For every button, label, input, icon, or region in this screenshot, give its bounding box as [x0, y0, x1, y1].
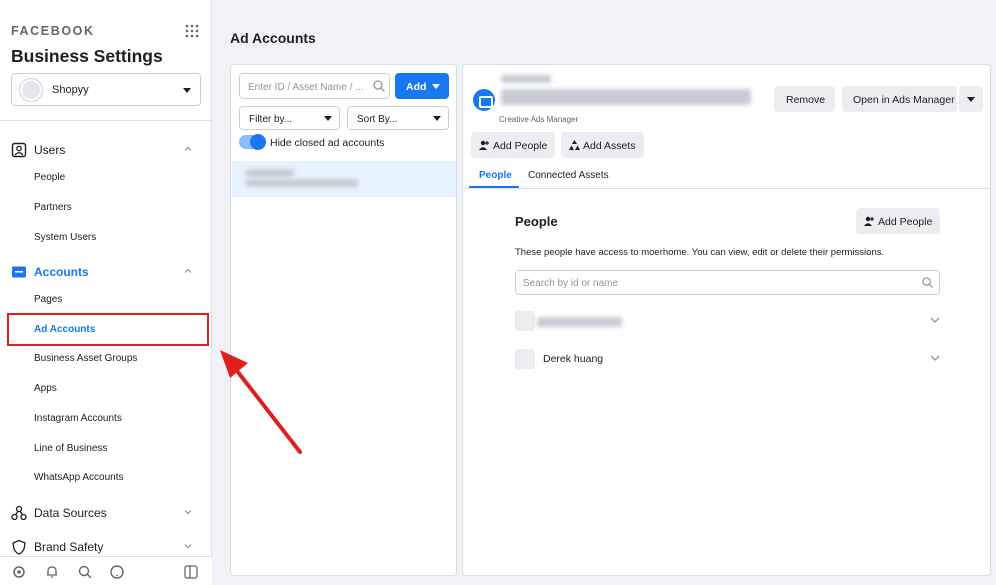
- redacted-account-name: [246, 169, 294, 177]
- add-label: Add: [406, 81, 427, 93]
- person-row[interactable]: Derek huang: [515, 347, 940, 373]
- chevron-up-icon: [184, 268, 192, 273]
- sidebar-item-pages[interactable]: Pages: [34, 294, 62, 305]
- sort-label: Sort By...: [357, 114, 398, 125]
- assets-icon: [569, 140, 580, 150]
- sidebar-section-accounts[interactable]: Accounts: [0, 260, 212, 286]
- caret-down-icon: [432, 84, 440, 89]
- open-in-ads-manager-button[interactable]: Open in Ads Manager: [842, 86, 957, 112]
- main-title: Ad Accounts: [230, 30, 316, 46]
- toggle-knob: [250, 134, 266, 150]
- people-description: These people have access to moerhome. Yo…: [515, 247, 885, 258]
- apps-grid-icon[interactable]: [185, 24, 199, 38]
- people-heading: People: [515, 214, 558, 229]
- sidebar-item-partners[interactable]: Partners: [34, 202, 72, 213]
- sidebar: FACEBOOK Business Settings Shopyy Users …: [0, 0, 212, 585]
- accounts-icon: [12, 266, 26, 278]
- sidebar-section-label: Accounts: [34, 265, 89, 279]
- search-icon: [373, 80, 385, 92]
- sidebar-item-whatsapp-accounts[interactable]: WhatsApp Accounts: [34, 472, 124, 483]
- bell-icon[interactable]: [44, 564, 60, 580]
- chevron-down-icon: [930, 317, 940, 323]
- sidebar-footer: [0, 556, 212, 585]
- sort-dropdown[interactable]: Sort By...: [347, 106, 449, 130]
- ad-account-icon: [473, 89, 495, 111]
- sidebar-section-label: Data Sources: [34, 506, 107, 520]
- page-title: Business Settings: [11, 46, 163, 66]
- sidebar-item-apps[interactable]: Apps: [34, 383, 57, 394]
- business-selector[interactable]: Shopyy: [11, 73, 201, 106]
- search-icon: [922, 277, 934, 289]
- sidebar-item-business-asset-groups[interactable]: Business Asset Groups: [34, 353, 137, 364]
- person-avatar: [515, 349, 535, 369]
- asset-search-input[interactable]: Enter ID / Asset Name / ...: [239, 73, 390, 99]
- ad-accounts-list-panel: Enter ID / Asset Name / ... Add Filter b…: [230, 64, 457, 576]
- ads-manager-options-button[interactable]: [959, 86, 983, 112]
- sidebar-section-users[interactable]: Users: [0, 138, 212, 164]
- remove-label: Remove: [786, 94, 826, 106]
- ad-account-detail-panel: Creative Ads Manager Remove Open in Ads …: [462, 64, 991, 576]
- person-avatar: [515, 311, 535, 331]
- collapse-sidebar-icon[interactable]: [184, 565, 198, 579]
- account-subtitle: Creative Ads Manager: [499, 115, 579, 124]
- add-people-label: Add People: [493, 140, 548, 152]
- add-person-icon: [479, 140, 489, 150]
- sidebar-item-line-of-business[interactable]: Line of Business: [34, 443, 107, 454]
- add-people-button-secondary[interactable]: Add People: [856, 208, 940, 234]
- sidebar-item-instagram-accounts[interactable]: Instagram Accounts: [34, 413, 122, 424]
- business-avatar: [20, 79, 42, 101]
- add-button[interactable]: Add: [395, 73, 449, 99]
- facebook-brand: FACEBOOK: [11, 24, 95, 38]
- chevron-down-icon: [184, 510, 192, 515]
- add-people-button[interactable]: Add People: [471, 132, 555, 158]
- chevron-up-icon: [184, 146, 192, 151]
- add-person-icon: [864, 216, 874, 226]
- caret-down-icon: [967, 97, 975, 102]
- caret-down-icon: [183, 88, 191, 93]
- search-placeholder: Enter ID / Asset Name / ...: [248, 82, 364, 93]
- shield-icon: [12, 539, 26, 555]
- add-assets-button[interactable]: Add Assets: [561, 132, 644, 158]
- redacted-account-details: [501, 89, 751, 105]
- annotation-arrow: [220, 350, 302, 454]
- sidebar-section-label: Brand Safety: [34, 540, 104, 554]
- tab-people[interactable]: People: [479, 170, 512, 181]
- caret-down-icon: [324, 116, 332, 121]
- remove-button[interactable]: Remove: [774, 86, 835, 112]
- open-ads-manager-label: Open in Ads Manager: [853, 94, 955, 106]
- chevron-down-icon: [930, 355, 940, 361]
- filter-dropdown[interactable]: Filter by...: [239, 106, 340, 130]
- sidebar-section-label: Users: [34, 143, 66, 157]
- hide-closed-toggle[interactable]: [239, 134, 266, 150]
- person-name: Derek huang: [543, 353, 604, 365]
- filter-label: Filter by...: [249, 114, 293, 125]
- users-icon: [11, 142, 27, 158]
- ad-account-list-item[interactable]: [232, 161, 456, 197]
- person-row[interactable]: [515, 309, 940, 335]
- sidebar-section-data-sources[interactable]: Data Sources: [0, 501, 212, 527]
- search-icon[interactable]: [77, 564, 93, 580]
- sidebar-item-system-users[interactable]: System Users: [34, 232, 96, 243]
- people-search-input[interactable]: Search by id or name: [515, 270, 940, 295]
- help-icon[interactable]: [109, 564, 125, 580]
- divider: [0, 120, 212, 121]
- tabs-divider: [463, 188, 990, 189]
- data-sources-icon: [11, 505, 27, 521]
- redacted-account-id: [246, 179, 358, 187]
- business-name: Shopyy: [52, 84, 89, 96]
- redacted-account-title: [501, 75, 551, 83]
- sidebar-item-people[interactable]: People: [34, 172, 65, 183]
- gear-icon[interactable]: [11, 564, 27, 580]
- sidebar-item-ad-accounts[interactable]: Ad Accounts: [34, 324, 95, 335]
- people-search-placeholder: Search by id or name: [523, 278, 619, 289]
- chevron-down-icon: [184, 544, 192, 549]
- redacted-person-name: [537, 317, 622, 327]
- tab-connected-assets[interactable]: Connected Assets: [528, 170, 609, 181]
- caret-down-icon: [433, 116, 441, 121]
- hide-closed-label: Hide closed ad accounts: [270, 137, 385, 149]
- add-assets-label: Add Assets: [583, 140, 636, 152]
- add-people-label: Add People: [878, 216, 933, 228]
